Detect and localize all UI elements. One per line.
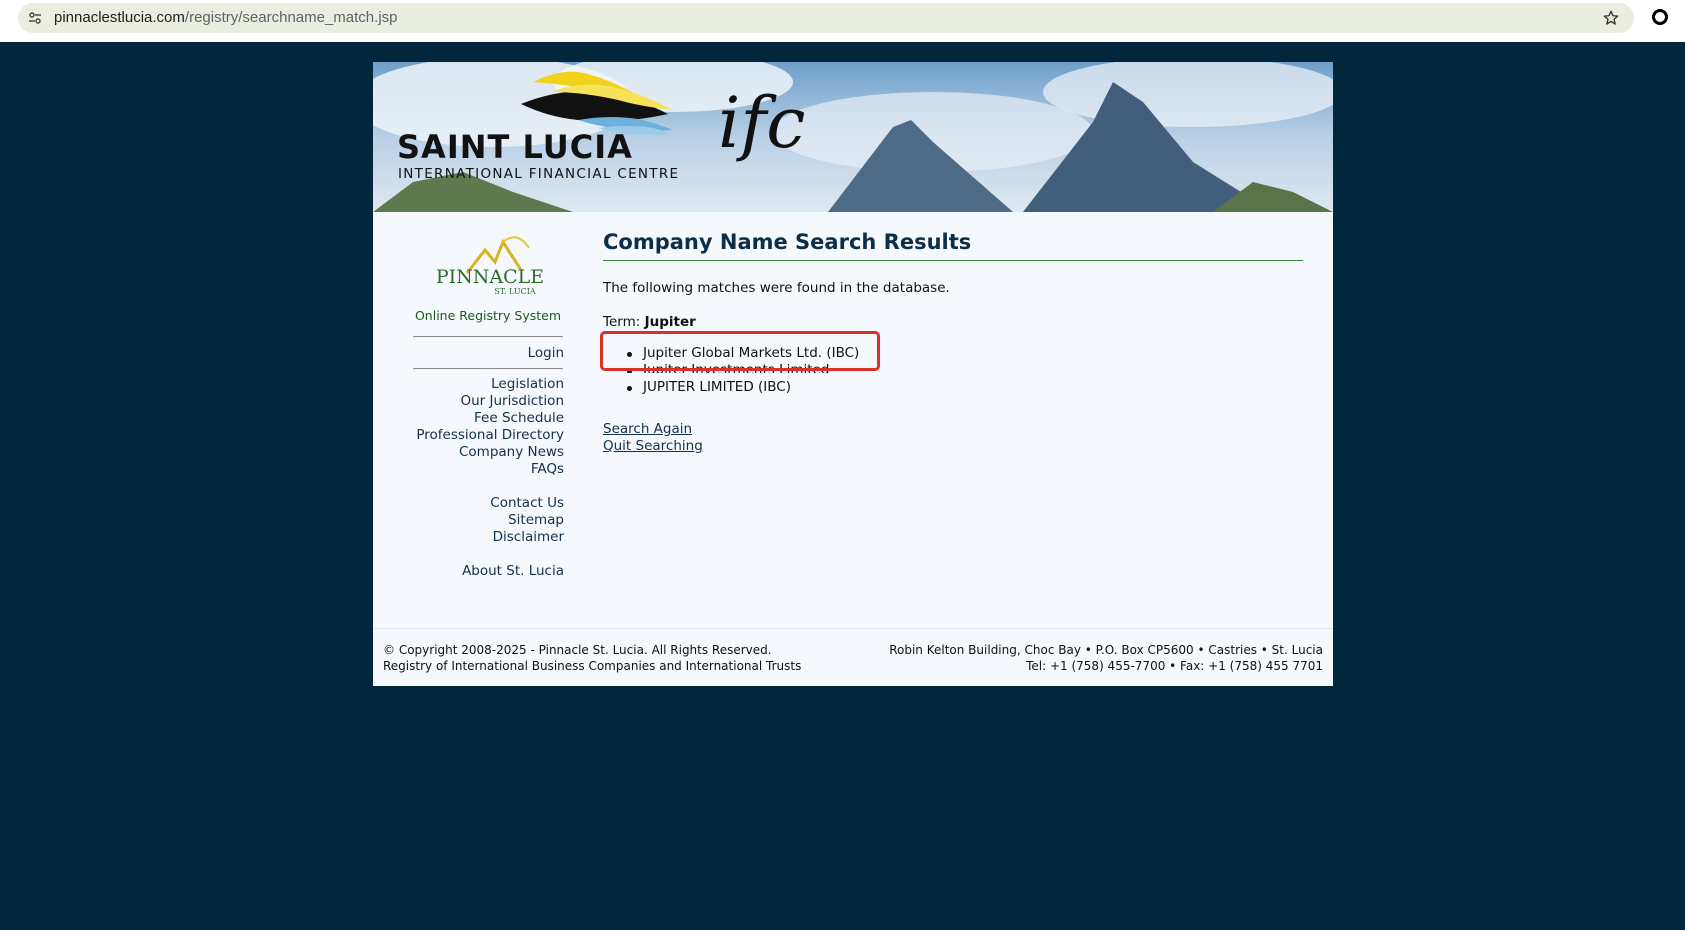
registry-label: Online Registry System — [414, 308, 562, 323]
logo-subtext: ST. LUCIA — [494, 287, 536, 296]
nav-our-jurisdiction[interactable]: Our Jurisdiction — [461, 393, 565, 409]
banner-subtitle: INTERNATIONAL FINANCIAL CENTRE — [398, 166, 680, 182]
banner-title: SAINT LUCIA — [397, 128, 633, 166]
nav-about-st-lucia[interactable]: About St. Lucia — [462, 563, 564, 579]
header-banner: SAINT LUCIA INTERNATIONAL FINANCIAL CENT… — [373, 62, 1333, 212]
page-container: SAINT LUCIA INTERNATIONAL FINANCIAL CENT… — [373, 62, 1333, 686]
login-link[interactable]: Login — [528, 345, 564, 361]
nav-faqs[interactable]: FAQs — [531, 461, 564, 477]
footer-divider — [373, 628, 1333, 629]
profile-icon[interactable] — [1652, 9, 1668, 25]
nav-fee-schedule[interactable]: Fee Schedule — [474, 410, 564, 426]
page-title: Company Name Search Results — [603, 230, 972, 254]
result-item[interactable]: JUPITER LIMITED (IBC) — [603, 379, 859, 396]
quit-searching-link[interactable]: Quit Searching — [603, 438, 703, 454]
url-text[interactable]: pinnaclestlucia.com/registry/searchname_… — [54, 9, 398, 26]
site-info-icon[interactable] — [28, 11, 42, 25]
nav-company-news[interactable]: Company News — [459, 444, 564, 460]
logo-text: PINNACLE — [437, 266, 543, 288]
browser-toolbar: pinnaclestlucia.com/registry/searchname_… — [0, 0, 1685, 42]
sidebar-divider — [413, 368, 563, 369]
title-divider — [603, 260, 1303, 261]
address-text: Robin Kelton Building, Choc Bay • P.O. B… — [889, 643, 1323, 657]
phone-text: Tel: +1 (758) 455-7700 • Fax: +1 (758) 4… — [1026, 659, 1323, 673]
search-again-link[interactable]: Search Again — [603, 421, 692, 437]
sidebar-divider — [413, 336, 563, 337]
banner-ifc-logo: ifc — [718, 82, 806, 164]
term-label: Term: — [603, 314, 641, 330]
search-term: Term: Jupiter — [603, 314, 696, 330]
address-bar[interactable]: pinnaclestlucia.com/registry/searchname_… — [18, 3, 1634, 33]
term-value: Jupiter — [644, 314, 696, 330]
nav-professional-directory[interactable]: Professional Directory — [416, 427, 564, 443]
nav-disclaimer[interactable]: Disclaimer — [493, 529, 564, 545]
bookmark-star-icon[interactable] — [1602, 9, 1620, 27]
nav-legislation[interactable]: Legislation — [491, 376, 564, 392]
results-intro: The following matches were found in the … — [603, 280, 950, 296]
copyright-text: © Copyright 2008-2025 - Pinnacle St. Luc… — [383, 643, 772, 657]
registry-text: Registry of International Business Compa… — [383, 659, 802, 673]
pinnacle-logo[interactable]: PINNACLE ST. LUCIA — [436, 228, 544, 296]
nav-contact-us[interactable]: Contact Us — [490, 495, 564, 511]
nav-sitemap[interactable]: Sitemap — [508, 512, 564, 528]
footer-right: Robin Kelton Building, Choc Bay • P.O. B… — [889, 642, 1323, 674]
footer-left: © Copyright 2008-2025 - Pinnacle St. Luc… — [383, 642, 801, 674]
highlight-annotation — [600, 331, 880, 371]
